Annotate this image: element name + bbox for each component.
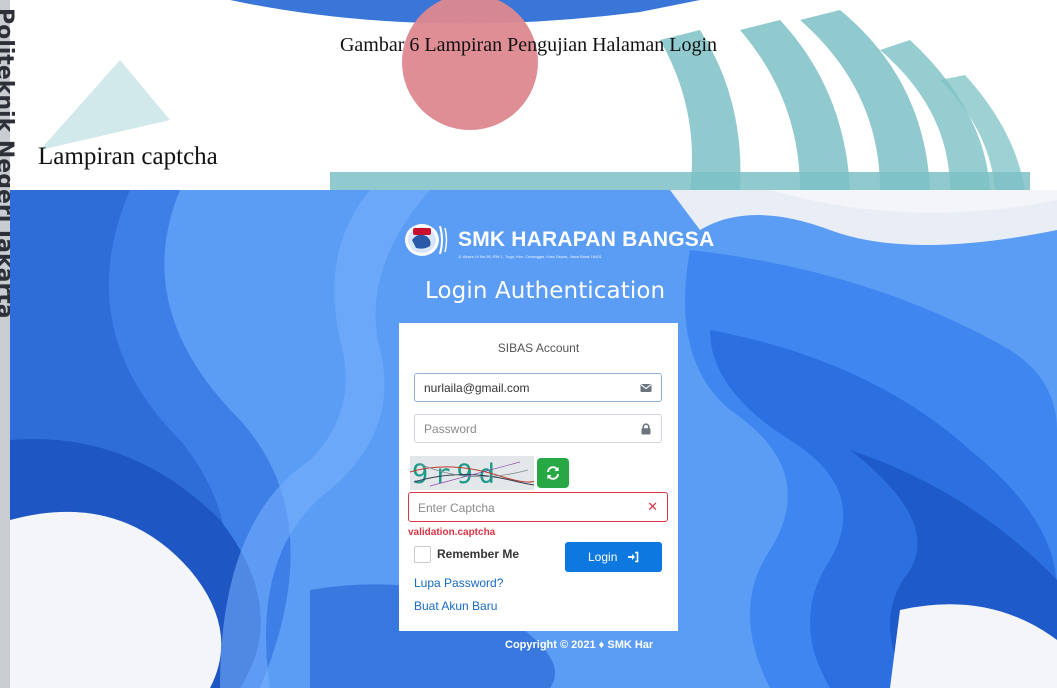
forgot-password-link[interactable]: Lupa Password? (414, 576, 503, 590)
login-card: SIBAS Account 9r9d (399, 323, 678, 631)
sign-in-icon (628, 551, 639, 563)
figure-caption: Gambar 6 Lampiran Pengujian Halaman Logi… (0, 34, 1057, 57)
login-button-label: Login (588, 550, 618, 564)
refresh-icon (547, 466, 559, 480)
side-stamp: Politeknik Negeri Jakarta (0, 0, 17, 688)
login-screenshot: SMK HARAPAN BANGSA Jl. Akses UI No.95, R… (10, 190, 1057, 688)
remember-me-checkbox[interactable] (414, 546, 431, 563)
email-input[interactable] (424, 380, 624, 396)
copyright: Copyright © 2021 ♦ SMK Har (505, 639, 654, 651)
captcha-row: 9r9d (410, 456, 580, 490)
register-link[interactable]: Buat Akun Baru (414, 599, 497, 613)
captcha-image: 9r9d (410, 456, 534, 490)
brand-address: Jl. Akses UI No.95, RW 1, Tugu, Kec. Cim… (458, 254, 602, 259)
captcha-error-message: validation.captcha (408, 527, 496, 538)
email-field[interactable] (414, 373, 662, 402)
envelope-icon (640, 384, 652, 392)
captcha-field[interactable]: ✕ (408, 492, 668, 522)
remember-me-label: Remember Me (437, 547, 520, 561)
password-field[interactable] (414, 414, 662, 443)
password-input[interactable] (424, 421, 624, 437)
lock-icon (641, 423, 651, 435)
brand-header: SMK HARAPAN BANGSA Jl. Akses UI No.95, R… (404, 220, 714, 266)
brand-name: SMK HARAPAN BANGSA (458, 228, 715, 251)
close-icon: ✕ (647, 500, 658, 515)
section-title: Lampiran captcha (38, 143, 218, 170)
card-title: SIBAS Account (497, 341, 580, 355)
page-heading: Login Authentication (425, 278, 666, 304)
figure-caption-text: Gambar 6 Lampiran Pengujian Halaman Logi… (339, 34, 718, 56)
school-logo-icon (405, 224, 448, 256)
document-page: Politeknik Negeri Jakarta Gambar 6 Lampi… (0, 0, 1057, 688)
captcha-input[interactable] (418, 500, 618, 516)
captcha-refresh-button[interactable] (537, 458, 569, 488)
login-button[interactable]: Login (565, 542, 662, 572)
